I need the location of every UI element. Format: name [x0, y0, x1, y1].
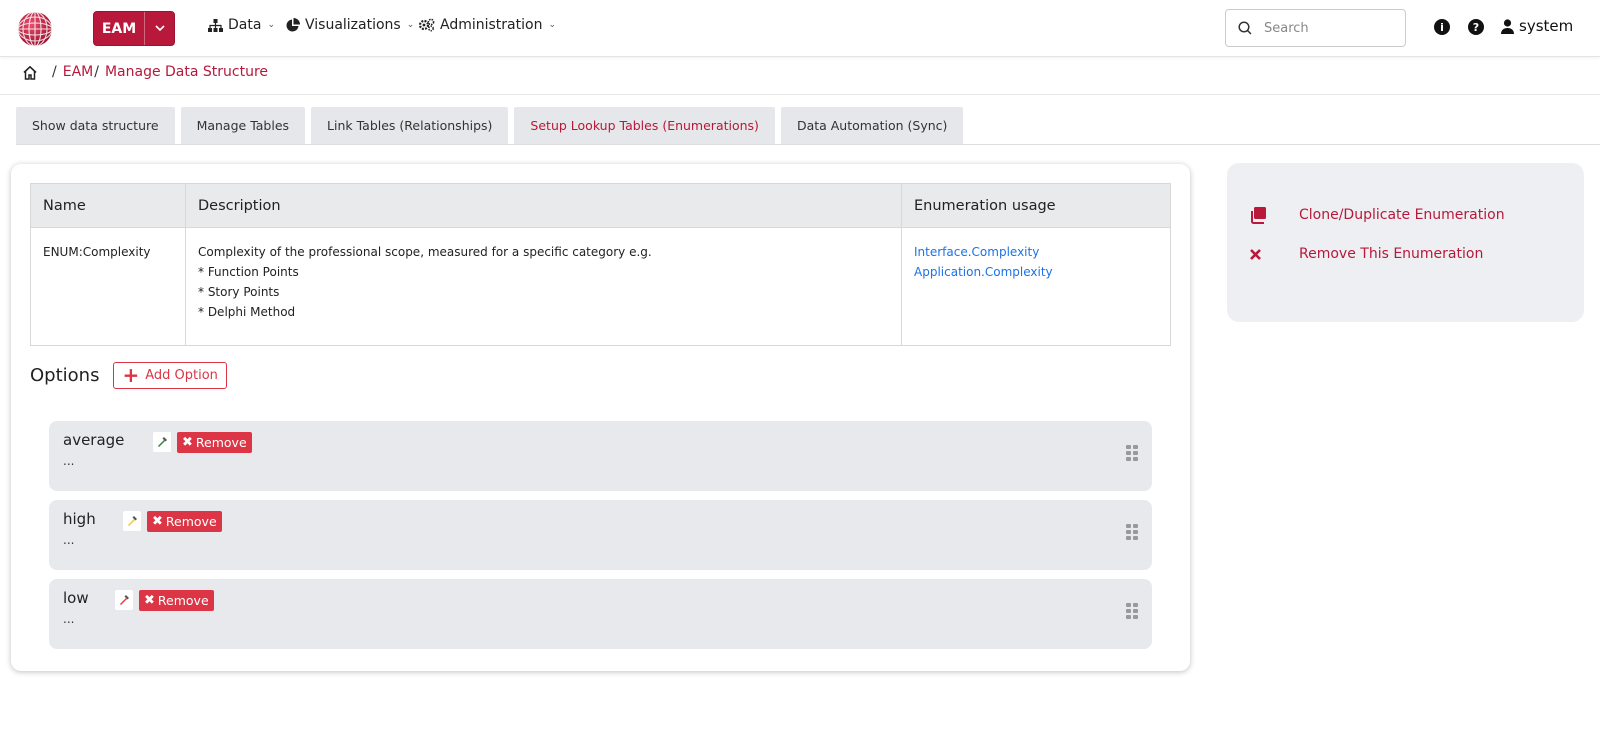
color-picker-icon[interactable]: [115, 590, 133, 610]
drag-handle-icon[interactable]: [1126, 524, 1138, 540]
tab-link-tables[interactable]: Link Tables (Relationships): [311, 107, 509, 144]
column-header-name: Name: [30, 183, 186, 228]
logo-globe-icon[interactable]: [17, 11, 53, 47]
option-name: high: [63, 510, 96, 528]
user-menu[interactable]: system: [1501, 17, 1573, 35]
search-icon: [1238, 21, 1252, 35]
info-icon[interactable]: i: [1434, 19, 1450, 35]
chevron-down-icon: ⌄: [406, 20, 415, 30]
clone-enumeration-link[interactable]: Clone/Duplicate Enumeration: [1249, 206, 1505, 224]
table-row: ENUM:Complexity Complexity of the profes…: [30, 227, 1171, 346]
sitemap-icon: [208, 18, 223, 32]
tab-bar: Show data structure Manage Tables Link T…: [16, 107, 964, 144]
description-line: * Story Points: [198, 285, 280, 299]
tab-data-automation[interactable]: Data Automation (Sync): [780, 107, 964, 144]
column-header-usage: Enumeration usage: [901, 183, 1171, 228]
usage-link-application[interactable]: Application.Complexity: [914, 262, 1158, 282]
options-header: Options + Add Option: [30, 362, 227, 389]
breadcrumb-current: Manage Data Structure: [104, 64, 269, 80]
remove-option-label: Remove: [195, 435, 247, 450]
close-icon: [1249, 248, 1299, 261]
search-box[interactable]: [1225, 9, 1406, 47]
breadcrumb-link-eam[interactable]: EAM: [63, 64, 94, 80]
breadcrumb-divider: [0, 94, 1600, 95]
drag-handle-icon[interactable]: [1126, 603, 1138, 619]
remove-enumeration-link[interactable]: Remove This Enumeration: [1249, 246, 1483, 262]
tab-manage-tables[interactable]: Manage Tables: [180, 107, 306, 144]
tab-setup-lookup-tables[interactable]: Setup Lookup Tables (Enumerations): [514, 107, 775, 144]
color-picker-icon[interactable]: [123, 511, 141, 531]
nav-administration-label: Administration: [440, 17, 543, 33]
chevron-down-icon: ⌄: [548, 20, 556, 30]
remove-option-label: Remove: [165, 514, 217, 529]
nav-administration[interactable]: Administration ⌄: [418, 17, 556, 33]
enumeration-name: ENUM:Complexity: [30, 227, 186, 346]
tab-show-data-structure[interactable]: Show data structure: [16, 107, 175, 144]
tabs-divider: [16, 144, 1600, 145]
chevron-down-icon: ⌄: [267, 20, 275, 30]
cogs-icon: [418, 18, 435, 32]
remove-option-label: Remove: [157, 593, 209, 608]
top-navbar: EAM Data ⌄ Visualizations ⌄ Administrati…: [0, 0, 1600, 57]
option-name: low: [63, 589, 89, 607]
description-line: Complexity of the professional scope, me…: [198, 245, 652, 259]
search-input[interactable]: [1264, 20, 1384, 36]
home-icon[interactable]: [22, 65, 38, 80]
breadcrumb-separator: /: [52, 64, 57, 80]
add-option-label: Add Option: [145, 368, 218, 383]
remove-option-button[interactable]: ✖ Remove: [147, 511, 222, 532]
clone-enumeration-label: Clone/Duplicate Enumeration: [1299, 207, 1505, 223]
color-picker-icon[interactable]: [153, 432, 171, 452]
nav-data-label: Data: [228, 17, 262, 33]
nav-visualizations[interactable]: Visualizations ⌄: [286, 17, 414, 33]
close-icon: ✖: [144, 593, 155, 608]
description-line: * Function Points: [198, 265, 299, 279]
enumeration-table: Name Description Enumeration usage ENUM:…: [30, 183, 1171, 346]
option-value: ...: [63, 612, 75, 626]
remove-option-button[interactable]: ✖ Remove: [139, 590, 214, 611]
option-value: ...: [63, 454, 75, 468]
option-item-average[interactable]: average ... ✖ Remove: [49, 421, 1152, 491]
options-title: Options: [30, 365, 100, 386]
breadcrumb-separator: /: [94, 64, 99, 80]
option-item-high[interactable]: high ... ✖ Remove: [49, 500, 1152, 570]
option-value: ...: [63, 533, 75, 547]
nav-visualizations-label: Visualizations: [305, 17, 401, 33]
option-name: average: [63, 431, 125, 449]
nav-data[interactable]: Data ⌄: [208, 17, 275, 33]
column-header-description: Description: [185, 183, 902, 228]
pie-chart-icon: [286, 18, 300, 32]
option-item-low[interactable]: low ... ✖ Remove: [49, 579, 1152, 649]
remove-enumeration-label: Remove This Enumeration: [1299, 246, 1484, 262]
help-icon[interactable]: ?: [1468, 19, 1484, 35]
plus-icon: +: [122, 362, 140, 387]
app-switcher-label: EAM: [101, 20, 137, 37]
breadcrumb: / EAM / Manage Data Structure: [22, 64, 268, 80]
enumeration-card: Name Description Enumeration usage ENUM:…: [11, 164, 1190, 671]
close-icon: ✖: [152, 514, 163, 529]
actions-panel: Clone/Duplicate Enumeration Remove This …: [1227, 163, 1584, 322]
user-icon: [1501, 18, 1514, 34]
enumeration-usage: Interface.Complexity Application.Complex…: [901, 227, 1171, 346]
drag-handle-icon[interactable]: [1126, 445, 1138, 461]
user-name: system: [1519, 17, 1574, 35]
enumeration-description: Complexity of the professional scope, me…: [185, 227, 902, 346]
clone-icon: [1249, 206, 1299, 224]
usage-link-interface[interactable]: Interface.Complexity: [914, 242, 1158, 262]
app-switcher-button[interactable]: EAM: [93, 11, 175, 46]
close-icon: ✖: [182, 435, 193, 450]
add-option-button[interactable]: + Add Option: [113, 362, 227, 389]
description-line: * Delphi Method: [198, 305, 296, 319]
chevron-down-icon[interactable]: [144, 12, 174, 45]
remove-option-button[interactable]: ✖ Remove: [177, 432, 252, 453]
